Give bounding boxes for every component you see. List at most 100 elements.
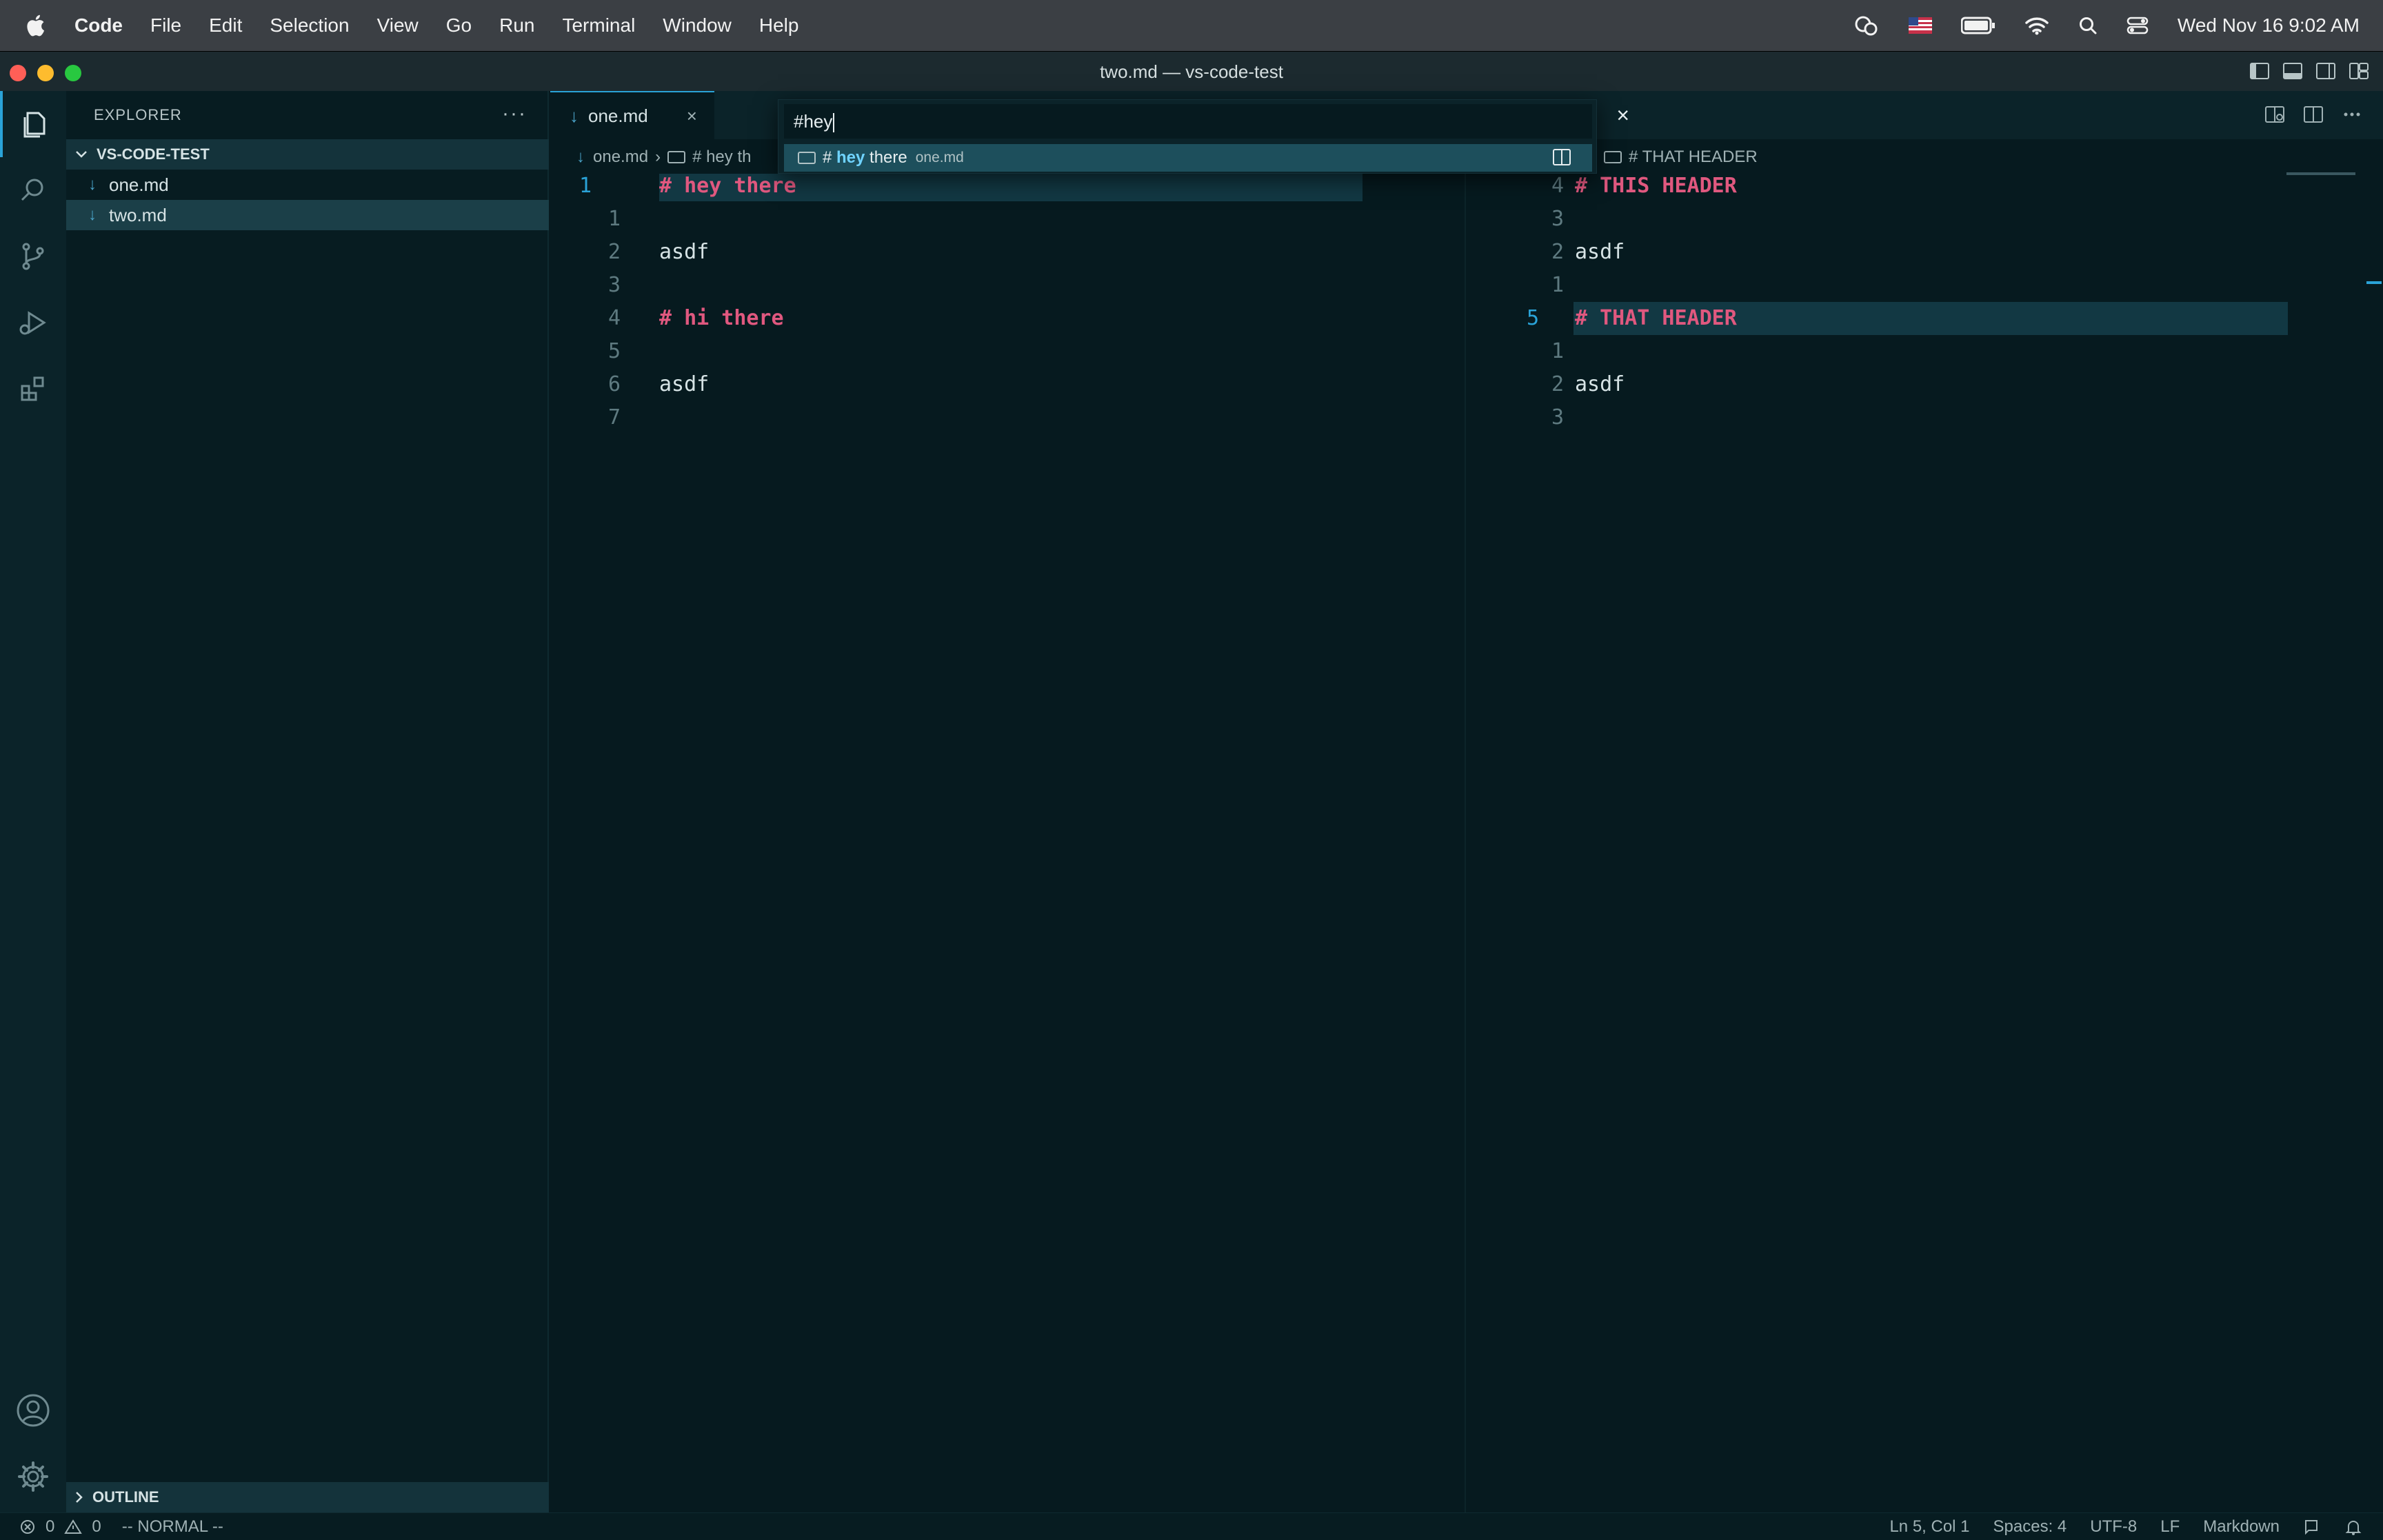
line-number: 1: [579, 174, 592, 198]
cursor-position[interactable]: Ln 5, Col 1: [1889, 1517, 1969, 1537]
breadcrumb-file[interactable]: one.md: [593, 148, 648, 167]
menu-terminal[interactable]: Terminal: [562, 14, 635, 37]
line-number: 3: [1551, 405, 1564, 429]
quick-open-input[interactable]: #hey: [784, 104, 1592, 139]
file-item-label: two.md: [109, 204, 167, 225]
breadcrumb-symbol[interactable]: # hey th: [692, 148, 751, 167]
run-debug-activity-button[interactable]: [0, 290, 66, 356]
menubar-clock[interactable]: Wed Nov 16 9:02 AM: [2178, 14, 2360, 37]
menu-help[interactable]: Help: [759, 14, 799, 37]
editor-area: ↓ one.md × ↓ one.md › # hey th # THAT HE…: [550, 91, 2383, 1512]
window-titlebar: two.md — vs-code-test: [0, 51, 2383, 91]
apple-icon[interactable]: [23, 12, 50, 39]
line-number: 5: [607, 339, 621, 363]
code-line: asdf: [1575, 372, 1625, 396]
quick-open-close-button[interactable]: ×: [1616, 103, 1629, 128]
code-line: asdf: [1575, 240, 1625, 264]
markdown-file-icon: ↓: [88, 205, 97, 224]
tab-one-md[interactable]: ↓ one.md ×: [550, 91, 714, 139]
gear-icon: [18, 1461, 48, 1492]
source-control-activity-button[interactable]: [0, 223, 66, 290]
file-item-label: one.md: [109, 174, 169, 195]
outline-section[interactable]: OUTLINE: [66, 1482, 549, 1512]
open-to-side-icon[interactable]: [1552, 148, 1571, 166]
code-line: # THAT HEADER: [1575, 306, 1737, 330]
menu-selection[interactable]: Selection: [270, 14, 349, 37]
line-number: 4: [1551, 174, 1564, 198]
line-number: 2: [1551, 240, 1564, 264]
source-control-icon: [22, 243, 44, 270]
explorer-more-actions[interactable]: ···: [502, 102, 527, 125]
battery-icon[interactable]: [1960, 17, 1995, 34]
manage-activity-button[interactable]: [0, 1443, 66, 1510]
menu-run[interactable]: Run: [499, 14, 534, 37]
result-match: hey: [836, 148, 865, 167]
tab-close-button[interactable]: ×: [687, 105, 697, 127]
editor-split-divider[interactable]: [1465, 139, 1466, 1512]
minimap[interactable]: [2286, 172, 2355, 175]
search-activity-button[interactable]: [0, 157, 66, 223]
wifi-icon[interactable]: [2024, 16, 2049, 35]
search-icon[interactable]: [2078, 16, 2098, 35]
breadcrumb-separator-icon: ›: [655, 148, 661, 166]
explorer-sidebar: EXPLORER ··· VS-CODE-TEST ↓ one.md ↓ two…: [66, 91, 549, 1512]
toggle-secondary-sidebar-icon[interactable]: [2315, 61, 2336, 81]
account-icon: [17, 1394, 50, 1427]
quick-open-widget: #hey × # hey there one.md: [778, 99, 1629, 174]
line-number: 2: [1551, 372, 1564, 396]
accounts-activity-button[interactable]: [0, 1377, 66, 1443]
run-debug-icon: [19, 311, 46, 335]
workspace-folder[interactable]: VS-CODE-TEST: [66, 139, 549, 170]
more-actions-icon[interactable]: [2342, 105, 2362, 124]
extensions-icon: [21, 376, 44, 401]
breadcrumb-left: ↓ one.md › # hey th: [576, 145, 783, 170]
split-editor-icon[interactable]: [2303, 105, 2324, 124]
vim-mode: -- NORMAL --: [121, 1517, 223, 1536]
menu-edit[interactable]: Edit: [209, 14, 242, 37]
feedback-icon[interactable]: [2303, 1518, 2321, 1536]
language-mode[interactable]: Markdown: [2203, 1517, 2280, 1537]
symbol-string-icon: [1604, 151, 1622, 163]
explorer-title: EXPLORER: [94, 106, 182, 123]
menu-view[interactable]: View: [377, 14, 419, 37]
quick-open-result-item[interactable]: # hey there one.md: [784, 144, 1592, 172]
flag-icon[interactable]: [1908, 17, 1932, 34]
quick-open-query: #hey: [794, 111, 833, 132]
menu-bar: Code File Edit Selection View Go Run Ter…: [0, 0, 2383, 51]
workspace-folder-label: VS-CODE-TEST: [97, 145, 210, 163]
chevron-right-icon: [76, 1492, 83, 1503]
breadcrumb-symbol[interactable]: # THAT HEADER: [1629, 148, 1758, 167]
file-item-two-md[interactable]: ↓ two.md: [66, 200, 549, 230]
menu-go[interactable]: Go: [446, 14, 472, 37]
text-caret: [833, 113, 835, 133]
customize-layout-icon[interactable]: [2349, 61, 2369, 81]
toggle-panel-icon[interactable]: [2282, 61, 2303, 81]
symbol-string-icon: [667, 151, 686, 163]
bell-icon[interactable]: [2344, 1518, 2362, 1536]
warning-count[interactable]: 0: [92, 1517, 101, 1537]
control-center-icon[interactable]: [2126, 16, 2149, 35]
overview-ruler-cursor: [2366, 281, 2382, 284]
line-number: 6: [607, 372, 621, 396]
code-line: # hi there: [659, 306, 784, 330]
menu-window[interactable]: Window: [663, 14, 732, 37]
code-line: # THIS HEADER: [1575, 174, 1737, 198]
toggle-sidebar-icon[interactable]: [2249, 61, 2270, 81]
search-icon: [21, 179, 43, 201]
menu-file[interactable]: File: [150, 14, 181, 37]
explorer-activity-button[interactable]: [0, 91, 66, 157]
line-number: 1: [607, 207, 621, 231]
open-preview-to-side-icon[interactable]: [2264, 105, 2285, 124]
menu-app-name[interactable]: Code: [74, 14, 123, 37]
end-of-line[interactable]: LF: [2160, 1517, 2180, 1537]
error-count[interactable]: 0: [46, 1517, 54, 1537]
error-icon[interactable]: [19, 1519, 36, 1535]
indentation[interactable]: Spaces: 4: [1993, 1517, 2067, 1537]
encoding[interactable]: UTF-8: [2090, 1517, 2137, 1537]
warning-icon[interactable]: [64, 1519, 83, 1535]
result-prefix: #: [823, 148, 837, 167]
line-number: 7: [607, 405, 621, 429]
extensions-activity-button[interactable]: [0, 356, 66, 422]
weather-icon[interactable]: [1852, 13, 1880, 38]
file-item-one-md[interactable]: ↓ one.md: [66, 170, 549, 200]
